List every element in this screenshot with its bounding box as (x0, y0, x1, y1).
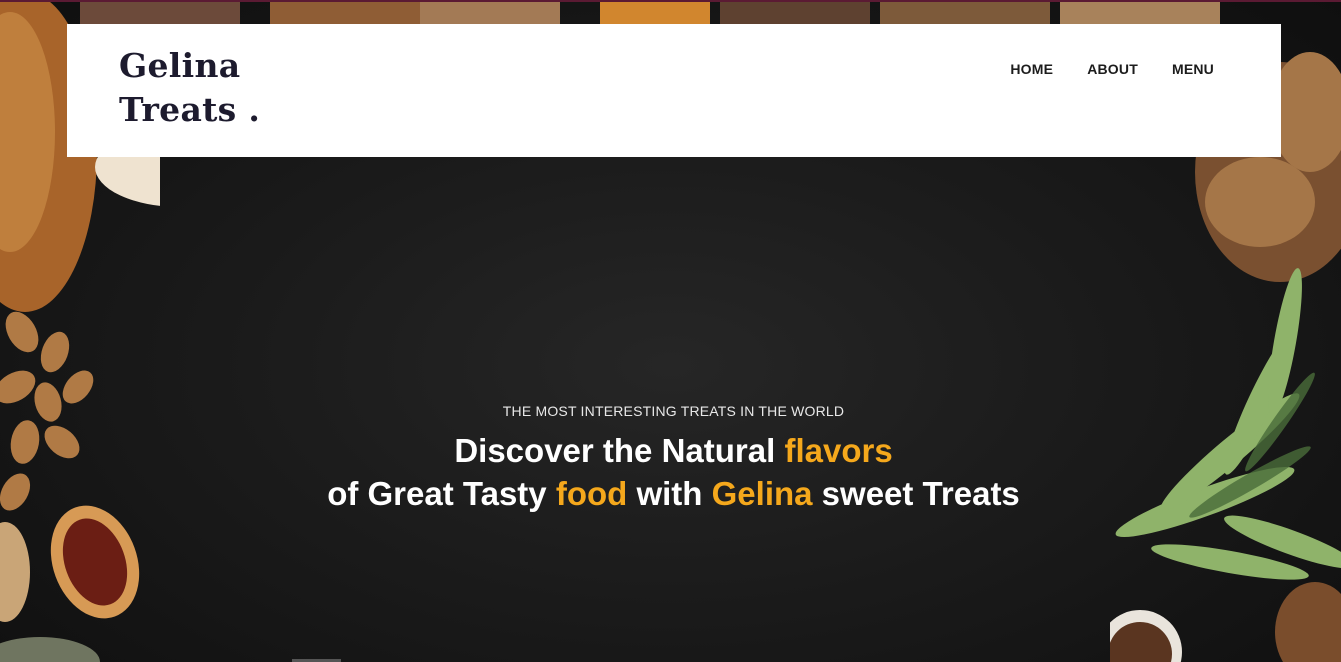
site-logo[interactable]: Gelina Treats . (119, 44, 260, 132)
round-bread (0, 522, 30, 622)
headline-text: of Great Tasty (327, 475, 547, 512)
logo-line-2: Treats . (119, 90, 261, 129)
headline-text: sweet Treats (821, 475, 1020, 512)
hero-kicker: THE MOST INTERESTING TREATS IN THE WORLD (502, 403, 845, 419)
headline-line-1: Discover the Natural flavors (454, 432, 892, 469)
site-header: Gelina Treats . HOME ABOUT MENU (67, 24, 1281, 157)
headline-text: with (636, 475, 703, 512)
headline-accent: flavors (784, 432, 893, 469)
hero-headline: Discover the Natural flavors of Great Ta… (0, 429, 1341, 515)
hero-section: Gelina Treats . HOME ABOUT MENU THE MOST… (0, 0, 1341, 662)
nav-home[interactable]: HOME (1010, 61, 1053, 77)
headline-accent: Gelina (711, 475, 813, 512)
nav-about[interactable]: ABOUT (1087, 61, 1138, 77)
logo-line-1: Gelina (119, 46, 241, 85)
headline-line-2: of Great Tasty food with Gelina sweet Tr… (327, 475, 1020, 512)
plate-edge (0, 637, 100, 662)
nav-menu[interactable]: MENU (1172, 61, 1214, 77)
headline-text: Discover the Natural (454, 432, 776, 469)
hero-text: THE MOST INTERESTING TREATS IN THE WORLD… (0, 403, 1341, 515)
main-nav: HOME ABOUT MENU (976, 61, 1214, 77)
headline-accent: food (555, 475, 628, 512)
